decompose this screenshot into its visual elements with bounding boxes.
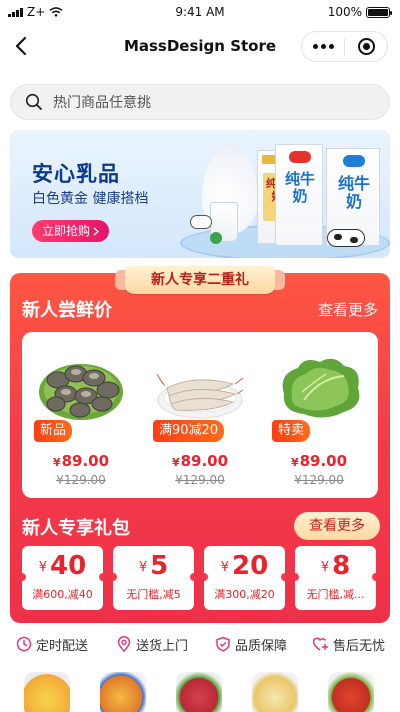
buy-now-button[interactable]: 立即抢购 xyxy=(32,220,110,242)
section-title-trial-price: 新人尝鲜价 xyxy=(22,300,112,321)
seafood-category-icon[interactable] xyxy=(328,672,374,712)
product-badge: 满90减20 xyxy=(153,420,225,442)
banner-title: 安心乳品 xyxy=(32,162,120,186)
coupon-amount: ¥5 xyxy=(138,551,169,581)
mini-program-capsule xyxy=(301,31,388,62)
grain-category-icon[interactable] xyxy=(252,672,298,712)
search-bar[interactable]: 热门商品任意挑 xyxy=(10,84,390,120)
product-card[interactable]: 新品 ¥89.00 ¥129.00 xyxy=(22,332,140,498)
milk-carton-2: 纯牛奶 xyxy=(275,144,323,246)
coupon-card[interactable]: ¥20 满300,减20 xyxy=(204,546,285,610)
status-right: 100% xyxy=(327,5,392,19)
coupon-amount: ¥20 xyxy=(220,551,269,581)
brand-logo xyxy=(343,155,365,167)
chevron-right-icon xyxy=(93,227,100,235)
coupon-card[interactable]: ¥8 无门槛,减... xyxy=(295,546,376,610)
service-label: 品质保障 xyxy=(235,638,288,654)
section-title-gift-pack: 新人专享礼包 xyxy=(22,518,130,539)
lettuce-image xyxy=(282,358,360,418)
close-mini-program-button[interactable] xyxy=(345,38,387,55)
target-icon xyxy=(357,38,375,55)
coupon-amount: ¥8 xyxy=(320,551,351,581)
coupon-condition: 无门槛,减... xyxy=(306,588,365,601)
search-icon xyxy=(25,93,42,110)
coupon-condition: 满300,减20 xyxy=(214,588,275,601)
product-price: ¥89.00 xyxy=(290,452,348,470)
buy-now-label: 立即抢购 xyxy=(42,224,91,238)
service-guarantees: 定时配送 送货上门 品质保障 售后无忧 xyxy=(0,632,400,656)
product-card[interactable]: 特卖 ¥89.00 ¥129.00 xyxy=(260,332,378,498)
location-pin-icon xyxy=(117,636,131,652)
more-options-icon[interactable] xyxy=(302,44,344,49)
banner-subtitle: 白色黄金 健康搭档 xyxy=(32,191,149,207)
cow-figure xyxy=(327,229,365,247)
product-badge: 新品 xyxy=(34,420,73,442)
service-label: 定时配送 xyxy=(36,638,89,654)
battery-icon xyxy=(366,6,392,18)
product-price: ¥89.00 xyxy=(52,452,110,470)
promo-ribbon: 新人专享二重礼 xyxy=(115,266,285,294)
clover-decoration xyxy=(210,232,222,244)
coupon-amount: ¥40 xyxy=(38,551,87,581)
category-icon-row xyxy=(0,668,400,712)
brand-logo xyxy=(289,151,311,163)
coupon-card[interactable]: ¥5 无门槛,减5 xyxy=(113,546,194,610)
milk-carton-3-label: 纯牛奶 xyxy=(337,174,370,211)
battery-label: 100% xyxy=(327,5,362,19)
status-bar: Z+ 9:41 AM 100% xyxy=(0,0,400,24)
milk-carton-2-label: 纯牛奶 xyxy=(284,170,315,205)
product-list: 新品 ¥89.00 ¥129.00 满90减20 ¥89.00 ¥129.00 … xyxy=(22,332,378,498)
service-quality-assurance: 品质保障 xyxy=(215,632,287,656)
product-original-price: ¥129.00 xyxy=(294,473,344,487)
fruit-category-icon[interactable] xyxy=(24,672,70,712)
product-original-price: ¥129.00 xyxy=(175,473,225,487)
product-price: ¥89.00 xyxy=(171,452,229,470)
snack-category-icon[interactable] xyxy=(100,672,146,712)
view-more-button[interactable]: 查看更多 xyxy=(294,512,380,540)
shrimp-image xyxy=(156,373,244,419)
view-more-link[interactable]: 查看更多 xyxy=(318,299,378,320)
service-label: 售后无忧 xyxy=(333,638,386,654)
dairy-banner[interactable]: 安心乳品 白色黄金 健康搭档 立即抢购 纯牛奶 纯牛奶 纯牛奶 xyxy=(10,130,390,258)
service-home-delivery: 送货上门 xyxy=(116,632,188,656)
coupon-card[interactable]: ¥40 满600,减40 xyxy=(22,546,103,610)
service-label: 送货上门 xyxy=(136,638,189,654)
nav-bar: MassDesign Store xyxy=(0,24,400,68)
coupon-condition: 满600,减40 xyxy=(32,588,93,601)
product-original-price: ¥129.00 xyxy=(56,473,106,487)
service-scheduled-delivery: 定时配送 xyxy=(16,632,88,656)
clams-image xyxy=(39,364,123,420)
shield-icon xyxy=(216,636,230,652)
product-badge: 特卖 xyxy=(272,420,311,442)
clock-icon xyxy=(16,636,32,652)
heart-plus-icon xyxy=(312,637,328,651)
search-placeholder: 热门商品任意挑 xyxy=(53,95,151,111)
coupon-condition: 无门槛,减5 xyxy=(126,588,181,601)
service-after-sales: 售后无忧 xyxy=(312,632,385,656)
product-card[interactable]: 满90减20 ¥89.00 ¥129.00 xyxy=(141,332,259,498)
cow-figure xyxy=(190,215,212,229)
meat-category-icon[interactable] xyxy=(176,672,222,712)
